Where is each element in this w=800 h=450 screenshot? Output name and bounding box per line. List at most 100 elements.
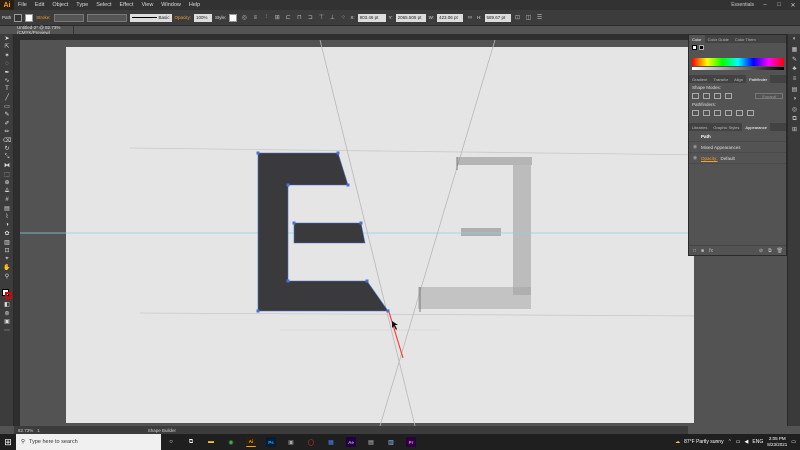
artwork-layer[interactable] — [20, 40, 694, 426]
gradient-panel-icon[interactable]: ▤ — [788, 84, 800, 94]
chrome-icon[interactable]: ◉ — [221, 434, 241, 450]
appearance-opacity-row[interactable]: ◉ Opacity: Default — [689, 153, 786, 164]
tab-transform[interactable]: Transfor — [710, 75, 731, 83]
color-panel-icon[interactable]: ◐ — [788, 34, 800, 44]
weather-text[interactable]: 87°F Partly sunny — [684, 439, 724, 445]
style-swatch[interactable] — [229, 13, 238, 22]
isolate-icon[interactable]: ◫ — [525, 14, 533, 22]
opacity-eye-icon[interactable]: ◉ — [689, 155, 701, 161]
lasso-tool-icon[interactable]: ◌ — [0, 60, 14, 69]
zoom-level[interactable]: 82.73% — [18, 428, 33, 433]
appearance-panel-icon[interactable]: ◎ — [788, 104, 800, 114]
perspective-grid-tool-icon[interactable]: ⟁ — [0, 187, 14, 196]
taskbar-search[interactable]: ⚲ Type here to search — [16, 434, 161, 450]
mesh-tool-icon[interactable]: # — [0, 196, 14, 205]
maximize-button[interactable]: □ — [772, 2, 786, 8]
grayscale-ramp[interactable] — [692, 67, 784, 70]
menu-view[interactable]: View — [137, 2, 157, 8]
y-field[interactable]: 2065.505 pt — [395, 13, 426, 22]
task-view-icon[interactable]: ⧉ — [181, 434, 201, 450]
shape-builder-tool-icon[interactable]: ⊕ — [0, 179, 14, 188]
divide-icon[interactable] — [692, 110, 699, 116]
w-field[interactable]: 423.06 pt — [437, 13, 464, 22]
stroke-color-icon[interactable] — [5, 291, 12, 299]
distribute-icon[interactable]: ⫶ — [262, 14, 270, 22]
tab-gradient[interactable]: Gradient — [689, 75, 710, 83]
unite-icon[interactable] — [692, 93, 699, 99]
align-icon[interactable]: ≡ — [251, 14, 259, 22]
opacity-field[interactable]: 100% — [194, 13, 213, 22]
gradient-tool-icon[interactable]: ▤ — [0, 204, 14, 213]
trim-icon[interactable] — [703, 110, 710, 116]
new-fill-icon[interactable]: ■ — [701, 248, 704, 254]
variable-width-field[interactable] — [86, 13, 127, 22]
appearance-mixed-row[interactable]: ◉ Mixed Appearances — [689, 142, 786, 153]
fill-color-swatch[interactable] — [692, 45, 697, 50]
recolor-icon[interactable]: ◎ — [240, 14, 248, 22]
direct-selection-tool-icon[interactable]: ⇱ — [0, 43, 14, 52]
magic-wand-tool-icon[interactable]: ✶ — [0, 51, 14, 60]
hand-tool-icon[interactable]: ✋ — [0, 264, 14, 273]
menu-object[interactable]: Object — [48, 2, 72, 8]
taskbar-app-photoshop[interactable]: Ps — [261, 434, 281, 450]
tab-appearance[interactable]: Appearance — [742, 123, 770, 131]
h-field[interactable]: 589.67 pt — [484, 13, 511, 22]
type-tool-icon[interactable]: T — [0, 85, 14, 94]
taskbar-app-premiere[interactable]: Pr — [401, 434, 421, 450]
tab-libraries[interactable]: Libraries — [689, 123, 710, 131]
opera-icon[interactable]: ◯ — [301, 434, 321, 450]
files-app-icon[interactable]: ▥ — [381, 434, 401, 450]
artboard-number[interactable]: 1 — [37, 428, 40, 433]
slice-tool-icon[interactable]: ⌖ — [0, 255, 14, 264]
reference-point-icon[interactable]: ⁘ — [339, 14, 347, 22]
align-center-icon[interactable]: ⊓ — [295, 14, 303, 22]
close-button[interactable]: ✕ — [786, 2, 800, 9]
workspace-switcher[interactable]: Essentials — [727, 2, 758, 8]
edit-toolbar-icon[interactable]: ⋯ — [0, 326, 14, 335]
menu-icon[interactable]: ☰ — [536, 14, 544, 22]
align-right-icon[interactable]: ⊐ — [306, 14, 314, 22]
curvature-tool-icon[interactable]: ∿ — [0, 77, 14, 86]
pencil-tool-icon[interactable]: ✏ — [0, 128, 14, 137]
rectangle-tool-icon[interactable]: ▭ — [0, 102, 14, 111]
canvas[interactable] — [20, 40, 694, 426]
shaper-tool-icon[interactable]: ✐ — [0, 119, 14, 128]
appearance-path-row[interactable]: Path — [689, 131, 786, 142]
volume-icon[interactable]: ◀ — [745, 439, 749, 445]
menu-help[interactable]: Help — [185, 2, 204, 8]
stroke-swatch[interactable] — [25, 13, 34, 22]
paintbrush-tool-icon[interactable]: ✎ — [0, 111, 14, 120]
app-icon-generic[interactable]: ▣ — [281, 434, 301, 450]
minimize-button[interactable]: – — [758, 2, 772, 8]
screen-mode-icon[interactable]: ▣ — [0, 318, 14, 327]
tab-pathfinder[interactable]: Pathfinder — [746, 75, 771, 83]
minus-back-icon[interactable] — [747, 110, 754, 116]
color-spectrum[interactable] — [692, 58, 784, 66]
opacity-label[interactable]: Opacity: — [175, 15, 192, 20]
expand-button[interactable]: Expand — [755, 93, 783, 99]
blend-tool-icon[interactable]: ◑ — [0, 221, 14, 230]
menu-file[interactable]: File — [14, 2, 31, 8]
layers-panel-icon[interactable]: ⧉ — [788, 114, 800, 124]
intersect-icon[interactable] — [714, 93, 721, 99]
language-indicator[interactable]: ENG — [752, 439, 763, 445]
swatches-panel-icon[interactable]: ▦ — [788, 44, 800, 54]
outline-icon[interactable] — [736, 110, 743, 116]
eraser-tool-icon[interactable]: ⌫ — [0, 136, 14, 145]
taskbar-app-after-effects[interactable]: Ae — [341, 434, 361, 450]
menu-edit[interactable]: Edit — [31, 2, 48, 8]
merge-icon[interactable] — [714, 110, 721, 116]
crop-icon[interactable] — [725, 110, 732, 116]
symbol-sprayer-tool-icon[interactable]: ✿ — [0, 230, 14, 239]
taskbar-app-illustrator[interactable]: Ai — [241, 434, 261, 450]
clock[interactable]: 2:05 PM 8/23/2021 — [767, 436, 787, 448]
width-tool-icon[interactable]: ⧓ — [0, 162, 14, 171]
add-effect-icon[interactable]: fx — [709, 248, 713, 254]
artboard-tool-icon[interactable]: ⊡ — [0, 247, 14, 256]
stroke-weight-field[interactable] — [53, 13, 84, 22]
visibility-eye-icon[interactable]: ◉ — [689, 144, 701, 150]
pen-tool-icon[interactable]: ✒ — [0, 68, 14, 77]
drawing-mode-icon[interactable]: ⊚ — [0, 309, 14, 318]
symbols-panel-icon[interactable]: ♣ — [788, 64, 800, 74]
align-left-icon[interactable]: ⊏ — [284, 14, 292, 22]
